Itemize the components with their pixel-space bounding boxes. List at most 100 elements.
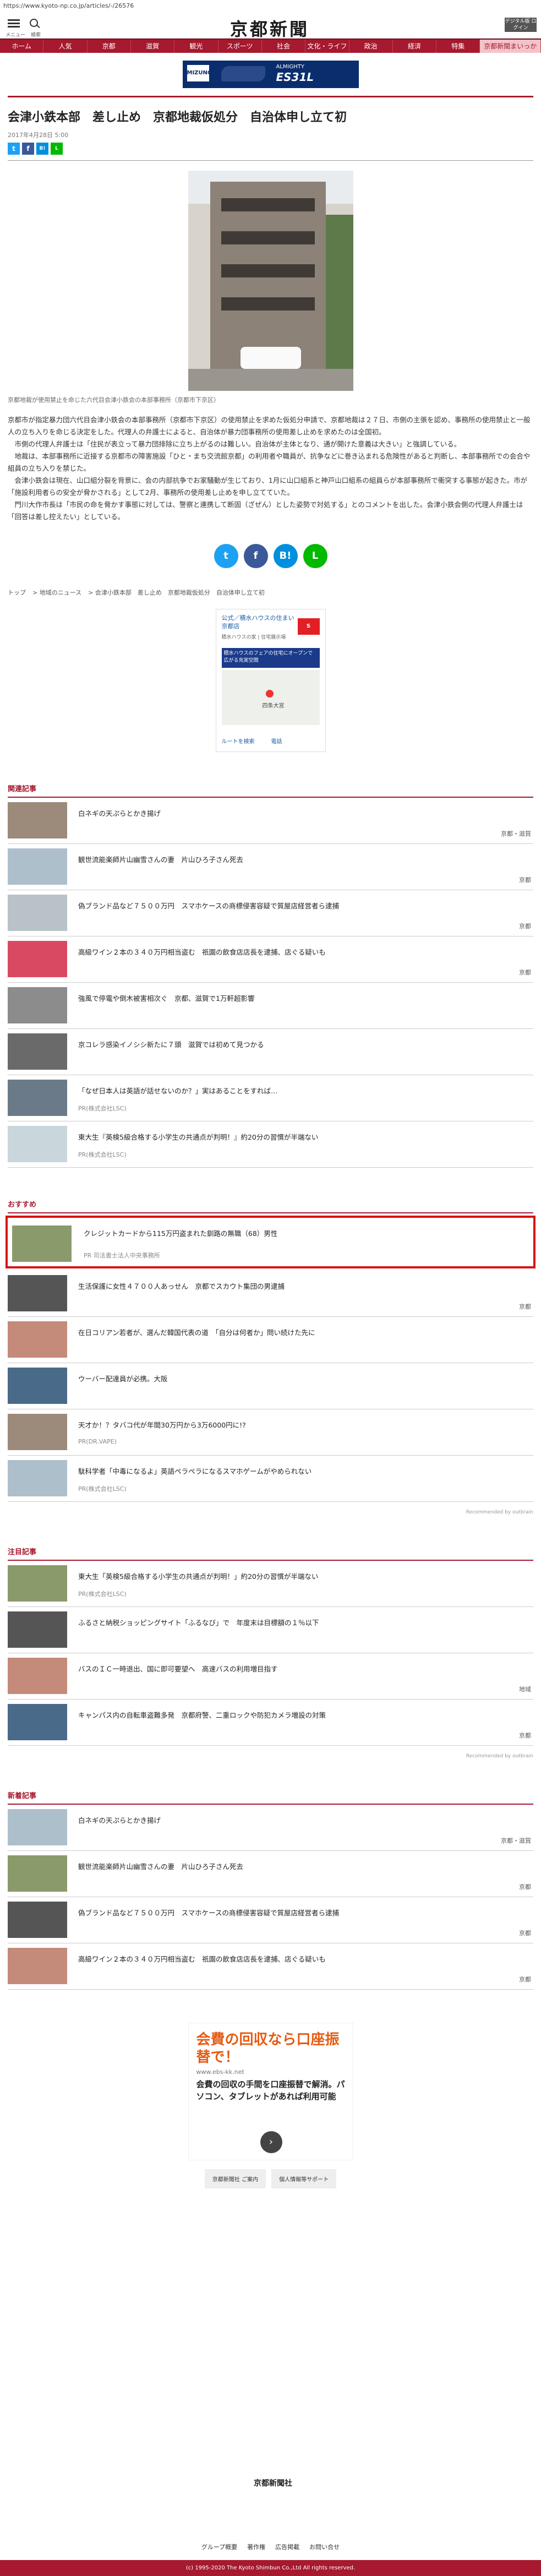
category-label[interactable]: 京都	[519, 1975, 531, 1984]
url-bar[interactable]: https://www.kyoto-np.co.jp/articles/-/26…	[0, 0, 541, 12]
list-item[interactable]: 「なぜ日本人は英語が話せないのか？」実はあることをすれば… PR(株式会社LSC)	[8, 1075, 533, 1121]
nav-item[interactable]: 京都	[88, 40, 131, 53]
twitter-icon[interactable]: t	[8, 143, 20, 155]
category-label[interactable]: 京都	[519, 922, 531, 930]
list-item[interactable]: 高級ワイン２本の３４０万円相当盗む 祇園の飲食店店長を逮捕、店ぐる疑いも 京都	[8, 1943, 533, 1990]
line-icon[interactable]: L	[51, 143, 63, 155]
line-share-icon[interactable]: L	[303, 544, 327, 568]
route-link[interactable]: ルートを検索	[222, 737, 255, 745]
footer-link[interactable]: 広告掲載	[275, 2542, 299, 2551]
hatena-share-icon[interactable]: B!	[273, 544, 298, 568]
nav-item[interactable]: 政治	[349, 40, 393, 53]
map-ad-headline[interactable]: 公式／積水ハウスの住まい 京都店	[222, 614, 299, 630]
bottom-ad[interactable]: 会費の回収なら口座振替で！ www.ebs-kk.net 会費の回収の手間を口座…	[188, 2023, 353, 2160]
list-item-title: ふるさと納税ショッピングサイト「ふるなび」で 年度末は目標額の１％以下	[78, 1619, 319, 1627]
list-item[interactable]: 偽ブランド品など７５００万円 スマホケースの商標侵害容疑で質屋店経営者ら逮捕京都	[8, 890, 533, 936]
twitter-share-icon[interactable]: t	[214, 544, 238, 568]
sponsor-label: PR(DR.VAPE)	[78, 1438, 117, 1445]
list-item[interactable]: キャンパス内の自転車盗難多発 京都府警、二重ロックや防犯カメラ増設の対策 京都	[8, 1700, 533, 1746]
article-paragraph: 門川大作市長は「市民の命を脅かす事態に対しては、警察と連携して断固（ざぜん）とし…	[8, 500, 523, 521]
nav-item[interactable]: 社会	[262, 40, 306, 53]
top-banner-ad[interactable]: MIZUNO ALMIGHTY ES31L	[182, 61, 359, 88]
nav-item[interactable]: スポーツ	[218, 40, 262, 53]
nav-item[interactable]: 人気	[43, 40, 88, 53]
article-paragraph: 地裁は、本部事務所に近接する京都市の障害施設「ひと・まち交流館京都」の利用者や職…	[8, 452, 531, 472]
article-photo[interactable]	[188, 171, 353, 391]
list-item-title: 白ネギの天ぷらとかき揚げ	[78, 1816, 161, 1825]
facebook-icon[interactable]: f	[22, 143, 34, 155]
thumbnail	[8, 1414, 67, 1450]
list-item[interactable]: 高級ワイン２本の３４０万円相当盗む 祇園の飲食店店長を逮捕、店ぐる疑いも 京都	[8, 936, 533, 983]
thumbnail	[8, 1948, 67, 1984]
bottom-ad-body: 会費の回収の手間を口座振替で解消。パソコン、タブレットがあれば利用可能	[196, 2079, 345, 2101]
category-label[interactable]: 京都	[519, 1731, 531, 1740]
list-item-title: 偽ブランド品など７５００万円 スマホケースの商標侵害容疑で質屋店経営者ら逮捕	[78, 902, 340, 910]
category-label[interactable]: 地域	[519, 1685, 531, 1693]
digital-login-button[interactable]: デジタル版 ログイン	[505, 18, 537, 32]
breadcrumb-local[interactable]: 地域のニュース	[40, 589, 81, 596]
search-icon[interactable]	[29, 18, 41, 30]
list-item[interactable]: 駄科学者「中毒になるよ」英語ペラペラになるスマホゲームがやめられない PR(株式会…	[8, 1456, 533, 1502]
list-item[interactable]: 東大生『英検5級合格する小学生の共通点が判明！』約20分の習慣が半端ない PR(株…	[8, 1121, 533, 1168]
list-item[interactable]: ウーバー配達員が必携。大阪	[8, 1363, 533, 1409]
facebook-share-icon[interactable]: f	[243, 544, 268, 568]
list-item[interactable]: 観世流能楽師片山幽雪さんの妻 片山ひろ子さん死去 京都	[8, 844, 533, 890]
ad-support-button[interactable]: 個人情報等サポート	[271, 2169, 337, 2188]
category-label[interactable]: 京都・滋賀	[501, 1836, 531, 1845]
map-ad-banner[interactable]: 積水ハウスのフェアの住宅にオープンで広がる充実空間	[221, 648, 320, 668]
thumbnail	[8, 1902, 67, 1938]
nav-item[interactable]: 京都新聞まいっか	[480, 40, 541, 53]
list-item-title: クレジットカードから115万円盗まれた釧路の無職（68）男性	[84, 1229, 278, 1238]
sekisui-logo: S	[297, 618, 320, 635]
category-label[interactable]: 京都	[519, 1882, 531, 1891]
list-item[interactable]: クレジットカードから115万円盗まれた釧路の無職（68）男性 PR 司法書士法人中…	[6, 1216, 535, 1268]
list-item[interactable]: 強風で停電や倒木被害相次ぐ 京都、滋賀で1万軒超影響	[8, 983, 533, 1029]
article-body: 京都市が指定暴力団六代目会津小鉄会の本部事務所（京都市下京区）の使用禁止を求めた…	[8, 414, 533, 523]
list-item-title: 東大生「英検5級合格する小学生の共通点が判明！」約20分の習慣が半端ない	[78, 1572, 319, 1581]
category-label[interactable]: 京都	[519, 968, 531, 977]
list-item[interactable]: 天才か！？タバコ代が年間30万円から3万6000円に!? PR(DR.VAPE)	[8, 1409, 533, 1456]
nav-item[interactable]: 文化・ライフ	[305, 40, 349, 53]
list-item[interactable]: 京コレラ感染イノシシ新たに７頭 滋賀では初めて見つかる	[8, 1029, 533, 1075]
nav-item[interactable]: ホーム	[0, 40, 44, 53]
outbrain-credit[interactable]: Recommended by outbrain	[8, 1510, 533, 1515]
category-label[interactable]: 京都	[519, 875, 531, 884]
list-item[interactable]: 偽ブランド品など７５００万円 スマホケースの商標侵害容疑で質屋店経営者ら逮捕 京都	[8, 1897, 533, 1943]
footer-link[interactable]: グループ概要	[201, 2542, 237, 2551]
list-item[interactable]: 東大生「英検5級合格する小学生の共通点が判明！」約20分の習慣が半端ない PR(株…	[8, 1561, 533, 1607]
list-item[interactable]: 白ネギの天ぷらとかき揚げ京都・滋賀	[8, 1805, 533, 1851]
nav-item[interactable]: 経済	[393, 40, 437, 53]
list-item[interactable]: 生活保護に女性４７００人あっせん 京都でスカウト集団の男逮捕 京都	[8, 1271, 533, 1317]
list-item[interactable]: 在日コリアン若者が、選んだ韓国代表の道 「自分は何者か」問い続けた先に	[8, 1317, 533, 1363]
list-item-title: 「なぜ日本人は英語が話せないのか？」実はあることをすれば…	[78, 1087, 278, 1095]
list-item[interactable]: ふるさと納税ショッピングサイト「ふるなび」で 年度末は目標額の１％以下	[8, 1607, 533, 1653]
category-label[interactable]: 京都・滋賀	[501, 829, 531, 838]
nav-item[interactable]: 観光	[174, 40, 218, 53]
footer-link[interactable]: お問い合せ	[309, 2542, 340, 2551]
thumbnail	[8, 1611, 67, 1648]
article-paragraph: 京都市が指定暴力団六代目会津小鉄会の本部事務所（京都市下京区）の使用禁止を求めた…	[8, 416, 531, 436]
breadcrumb-top[interactable]: トップ	[8, 589, 26, 596]
list-item-title: 在日コリアン若者が、選んだ韓国代表の道 「自分は何者か」問い続けた先に	[78, 1328, 315, 1337]
list-item[interactable]: 観世流能楽師片山幽雪さんの妻 片山ひろ子さん死去 京都	[8, 1851, 533, 1897]
attention-section: 注目記事 東大生「英検5級合格する小学生の共通点が判明！」約20分の習慣が半端な…	[8, 1546, 533, 1759]
hatena-icon[interactable]: B!	[36, 143, 48, 155]
map-ad[interactable]: 公式／積水ハウスの住まい 京都店 S 積水ハウスの家 | 住宅展示場 積水ハウス…	[215, 609, 326, 752]
nav-item[interactable]: 滋賀	[131, 40, 175, 53]
footer-logo[interactable]: 京都新聞社	[223, 2477, 323, 2488]
sponsor-label: PR(株式会社LSC)	[78, 1151, 127, 1158]
ad-info-button[interactable]: 京都新聞社 ご案内	[204, 2169, 266, 2188]
list-item[interactable]: 白ネギの天ぷらとかき揚げ 京都・滋賀	[8, 798, 533, 844]
category-label[interactable]: 京都	[519, 1929, 531, 1937]
footer-link[interactable]: 著作権	[247, 2542, 265, 2551]
outbrain-credit-2[interactable]: Recommended by outbrain	[8, 1753, 533, 1759]
list-item-title: 東大生『英検5級合格する小学生の共通点が判明！』約20分の習慣が半端ない	[78, 1133, 319, 1141]
arrow-right-icon[interactable]: ›	[260, 2131, 282, 2153]
call-link[interactable]: 電話	[271, 737, 282, 745]
map[interactable]: 四条大宮	[221, 670, 320, 725]
site-logo[interactable]: 京都新聞	[209, 15, 330, 41]
list-item[interactable]: バスのＩＣ一時退出、国に即可要望へ 高速バスの利用増目指す 地域	[8, 1653, 533, 1700]
category-label[interactable]: 京都	[519, 1302, 531, 1311]
list-item-title: 強風で停電や倒木被害相次ぐ 京都、滋賀で1万軒超影響	[78, 994, 255, 1003]
nav-item[interactable]: 特集	[436, 40, 480, 53]
